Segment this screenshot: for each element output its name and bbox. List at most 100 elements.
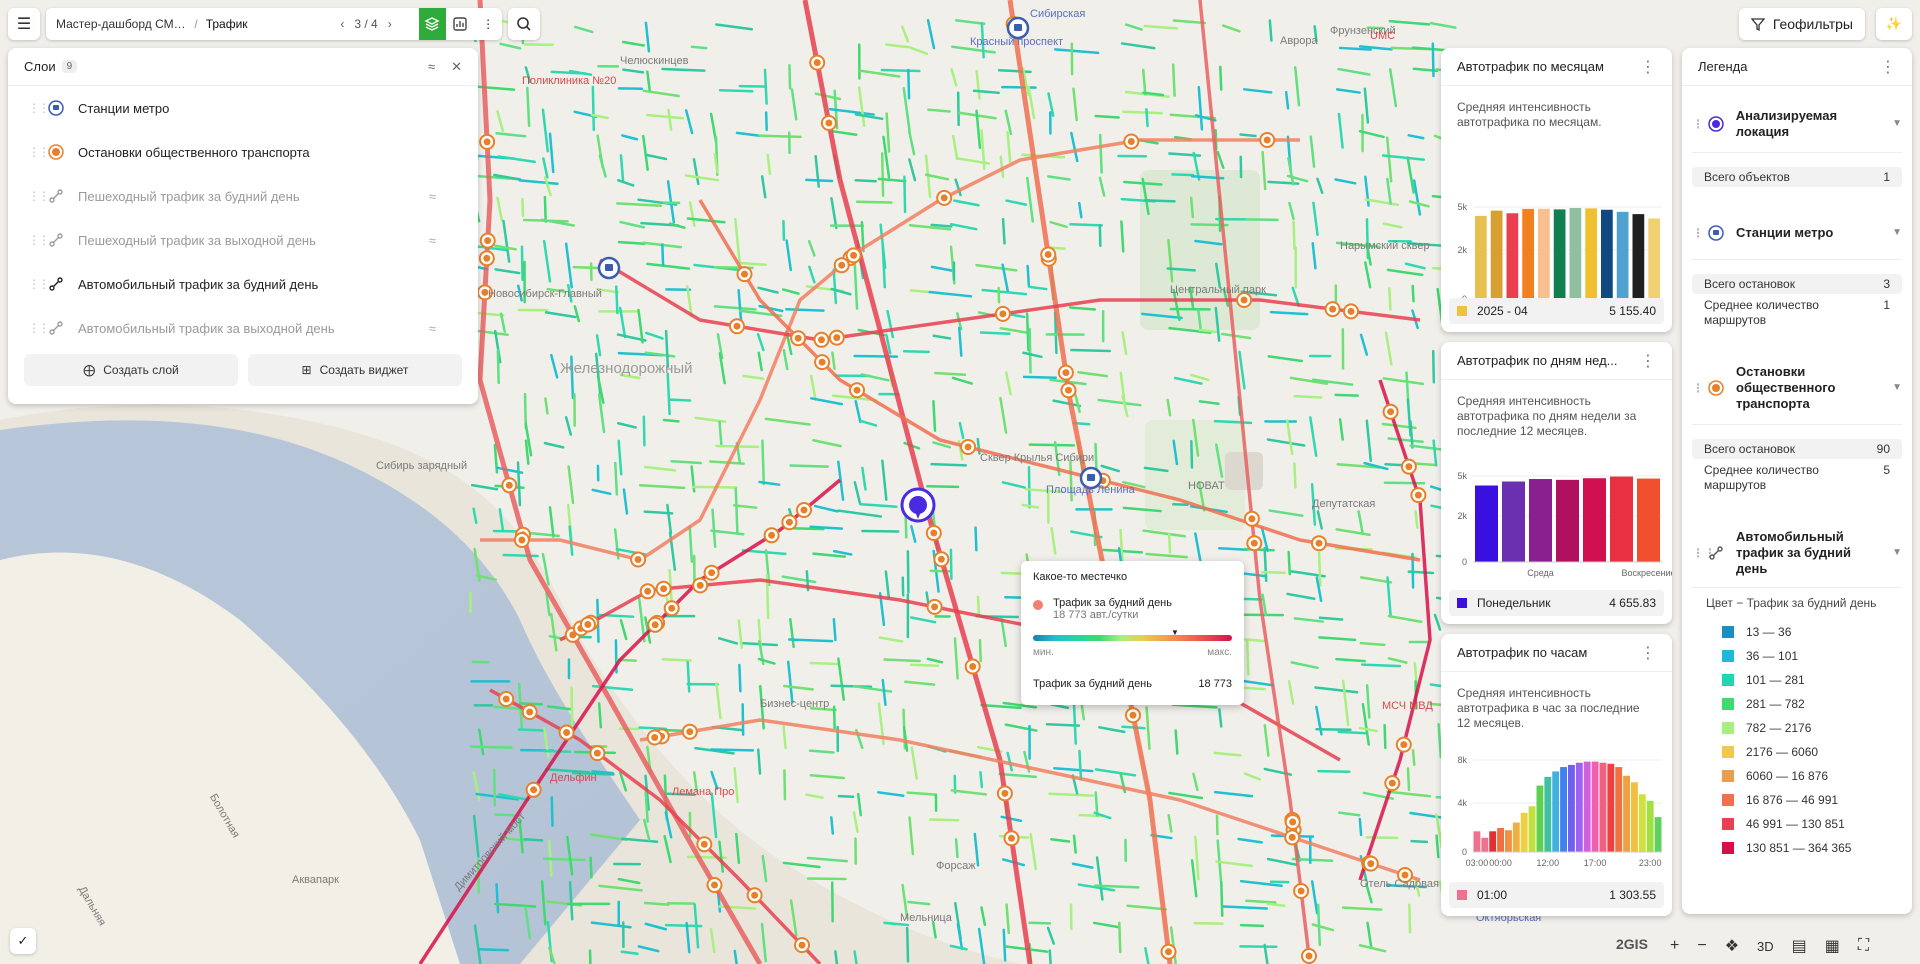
chart-bar[interactable] [1473,831,1481,852]
transit-stop-marker[interactable] [630,551,647,568]
transit-stop-marker[interactable] [809,54,826,71]
kebab-icon[interactable]: ⋮ [1640,57,1656,77]
transit-stop-marker[interactable] [936,189,953,206]
transit-stop-marker[interactable] [479,133,496,150]
chart-bar[interactable] [1522,208,1534,299]
drag-handle-icon[interactable]: ⋮⋮ [28,321,50,335]
layer-row[interactable]: ⋮⋮ Автомобильный трафик за будний день [8,262,478,306]
next-page-icon[interactable]: › [388,17,392,31]
chart-bar[interactable] [1489,831,1497,852]
prev-page-icon[interactable]: ‹ [340,17,344,31]
chart-bar[interactable] [1610,476,1633,562]
chart-bar[interactable] [1616,211,1629,299]
chart-bar[interactable] [1623,775,1630,852]
chart-bar[interactable] [1568,764,1575,852]
transit-stop-marker[interactable] [1160,943,1177,960]
transit-stop-marker[interactable] [1410,487,1427,504]
transit-stop-marker[interactable] [696,836,713,853]
chart-bar[interactable] [1512,822,1520,852]
drag-handle-icon[interactable]: ⋮⋮ [28,145,50,159]
layer-row[interactable]: ⋮⋮ Пешеходный трафик за выходной день ≈ [8,218,478,262]
chart-bar[interactable] [1475,485,1498,562]
hours-chart[interactable]: 8k 4k 003:00 00:00 12:00 17:00 23:00 [1441,746,1672,876]
chart-bar[interactable] [1475,215,1487,299]
chevron-down-icon[interactable]: ▼ [1892,380,1902,396]
layer-row[interactable]: ⋮⋮ Станции метро [8,86,478,130]
transit-stop-marker[interactable] [794,937,810,954]
metro-marker[interactable] [597,256,621,280]
layers-toggle-button[interactable] [418,8,447,40]
fullscreen-icon[interactable]: ⛶ [1858,937,1869,955]
transit-stop-marker[interactable] [639,583,656,600]
transit-stop-marker[interactable] [1003,830,1020,847]
transit-stop-marker[interactable] [1259,132,1276,148]
create-layer-button[interactable]: ⨁ Создать слой [24,354,238,386]
transit-stop-marker[interactable] [1362,855,1379,872]
chart-bar[interactable] [1591,761,1599,852]
chart-bar[interactable] [1556,479,1579,562]
create-widget-button[interactable]: ⊞ Создать виджет [248,354,462,386]
kebab-icon[interactable]: ⋮ [1880,57,1896,77]
weekdays-chart[interactable]: 5k 2k 0 Среда Воскресение [1441,462,1672,587]
transit-stop-marker[interactable] [692,577,709,594]
transit-stop-marker[interactable] [813,331,830,348]
dashboard-crumb[interactable]: Мастер-дашборд СМБ ... [56,17,186,31]
metro-marker[interactable] [1006,16,1030,40]
transit-stop-marker[interactable] [1057,364,1074,381]
transit-stop-marker[interactable] [655,580,672,597]
transit-stop-marker[interactable] [1311,535,1327,552]
chart-bar[interactable] [1607,763,1615,852]
ruler-icon[interactable]: ▤ [1792,936,1807,956]
legend-section-location[interactable]: ⋮⋮ Анализируемая локация ▼ [1682,108,1912,140]
transit-stop-marker[interactable] [706,877,723,893]
chart-bar[interactable] [1585,208,1597,299]
transit-stop-marker[interactable] [833,257,850,274]
chart-bar[interactable] [1632,214,1645,299]
chart-bar[interactable] [1648,218,1660,300]
transit-stop-marker[interactable] [646,729,663,746]
drag-handle-icon[interactable]: ⋮⋮ [28,189,50,203]
transit-stop-marker[interactable] [525,781,542,798]
page-crumb[interactable]: Трафик [206,17,341,31]
transit-stop-marker[interactable] [513,532,530,548]
chart-bar[interactable] [1528,806,1536,852]
more-button[interactable]: ⋮ [474,8,502,40]
search-button[interactable] [508,8,540,40]
chevron-down-icon[interactable]: ▼ [1892,116,1902,132]
transit-stop-marker[interactable] [828,329,845,346]
chart-bar[interactable] [1506,213,1519,299]
transit-stop-marker[interactable] [1060,382,1077,399]
chart-bar[interactable] [1575,762,1583,852]
transit-stop-marker[interactable] [498,691,515,707]
layer-row[interactable]: ⋮⋮ Остановки общественного транспорта [8,130,478,174]
transit-stop-marker[interactable] [849,382,865,399]
drag-handle-icon[interactable]: ⋮⋮ [1692,380,1716,396]
transit-stop-marker[interactable] [1246,535,1263,552]
drag-handle-icon[interactable]: ⋮⋮ [1692,225,1716,241]
transit-stop-marker[interactable] [1284,814,1301,830]
transit-stop-marker[interactable] [1382,403,1399,420]
transit-stop-marker[interactable] [820,115,837,131]
layer-row[interactable]: ⋮⋮ Автомобильный трафик за выходной день ≈ [8,306,478,350]
chart-bar[interactable] [1552,771,1560,852]
transit-stop-marker[interactable] [933,551,950,568]
kebab-icon[interactable]: ⋮ [1640,643,1656,663]
chart-bar[interactable] [1502,481,1525,563]
transit-stop-marker[interactable] [1040,246,1057,263]
transit-stop-marker[interactable] [1125,707,1141,724]
chart-bar[interactable] [1544,776,1552,852]
transit-stop-marker[interactable] [996,785,1013,802]
chart-bar[interactable] [1529,479,1552,562]
transit-stop-marker[interactable] [479,232,496,249]
chart-bar[interactable] [1583,478,1606,562]
geofilters-button[interactable]: Геофильтры [1738,8,1865,40]
transit-stop-marker[interactable] [964,658,981,675]
transit-stop-marker[interactable] [1243,510,1260,527]
transit-stop-marker[interactable] [926,598,943,615]
chart-bar[interactable] [1638,794,1646,852]
legend-section-traffic[interactable]: ⋮⋮ Автомобильный трафик за будний день ▼ [1682,529,1912,577]
transit-stop-marker[interactable] [1395,736,1412,753]
chart-bar[interactable] [1569,208,1582,299]
chart-bar[interactable] [1654,817,1662,852]
transit-stop-marker[interactable] [781,514,798,531]
